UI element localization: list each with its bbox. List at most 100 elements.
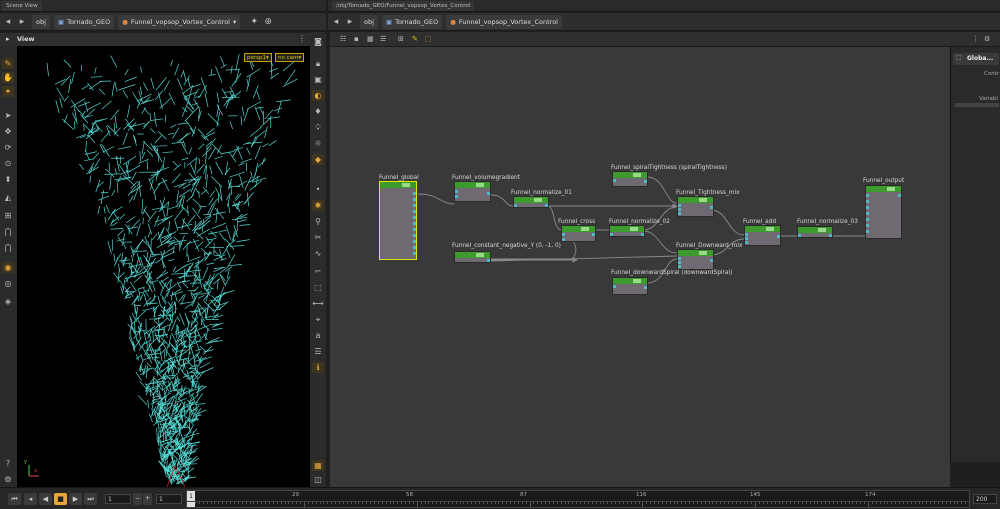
view-options-icon[interactable]: ⋮ xyxy=(298,34,306,43)
end-frame-field[interactable]: 200 xyxy=(973,494,997,504)
view-collapse-icon[interactable]: ▸ xyxy=(6,35,10,43)
menu-icon[interactable]: ◙ xyxy=(312,36,324,47)
path-node[interactable]: ● Funnel_vopsop_Vortex_Control ▾ xyxy=(118,14,241,29)
measure-icon[interactable]: ⟷ xyxy=(312,298,324,309)
play-button[interactable]: ▶ xyxy=(69,493,82,505)
forward-arrow-icon[interactable]: ▸ xyxy=(344,15,356,29)
node-funnel-add[interactable] xyxy=(744,225,781,246)
snap-icon[interactable]: ◭ xyxy=(2,192,14,203)
render-icon[interactable]: ◈ xyxy=(2,296,14,307)
pointer-icon[interactable]: ➤ xyxy=(2,110,14,121)
network-settings-icon[interactable]: ⚙ xyxy=(984,35,990,43)
play-reverse-button[interactable]: ◀ xyxy=(39,493,52,505)
magnet2-icon[interactable]: ⋂ xyxy=(2,242,14,253)
step-back-button[interactable]: ◂ xyxy=(24,493,37,505)
wave-icon[interactable]: ∿ xyxy=(312,248,324,259)
ruler-tick xyxy=(319,501,321,504)
ruler-tick xyxy=(821,501,823,504)
dot-icon[interactable]: • xyxy=(312,184,324,195)
tile-icon[interactable]: ▪ xyxy=(354,35,359,43)
node-funnel-normalize03[interactable] xyxy=(797,226,833,238)
settings-icon[interactable]: ⚙ xyxy=(2,474,14,485)
layout-icon[interactable]: ▦ xyxy=(312,460,324,471)
tab-scene-view[interactable]: Scene View xyxy=(2,1,42,11)
node-funnel-spiraltightness[interactable] xyxy=(612,171,648,187)
3d-viewport[interactable] xyxy=(17,46,310,487)
grid-icon[interactable]: ⊞ xyxy=(2,210,14,221)
path-geo[interactable]: ▣ Tornado_GEO xyxy=(53,14,115,29)
abc-icon[interactable]: a xyxy=(312,330,324,341)
tab-network[interactable]: /obj/Tornado_GEO/Funnel_vopsop_Vortex_Co… xyxy=(332,1,475,11)
network-editor[interactable]: Funnel_global Funnel_volumegradient Funn… xyxy=(330,47,950,487)
grid-view-icon[interactable]: ▦ xyxy=(367,35,374,43)
wand-icon[interactable]: ⚲ xyxy=(312,216,324,227)
layers-icon[interactable]: ☰ xyxy=(312,346,324,357)
snap-vp-icon[interactable]: ◆ xyxy=(312,154,324,165)
handle-icon[interactable]: ⬍ xyxy=(2,174,14,185)
light-icon[interactable]: ♦ xyxy=(312,106,324,117)
frame-increment-button[interactable]: + xyxy=(143,493,152,505)
lock-icon[interactable]: 🔒︎ xyxy=(312,58,324,69)
node-funnel-cross[interactable] xyxy=(561,225,596,242)
box-icon[interactable]: ⬚ xyxy=(312,282,324,293)
tree-icon[interactable]: ☰ xyxy=(380,35,386,43)
current-frame-field[interactable]: 1 xyxy=(105,494,131,504)
panel-slider[interactable] xyxy=(955,103,999,107)
help-icon[interactable]: ? xyxy=(2,458,14,469)
start-frame-field[interactable]: 1 xyxy=(156,494,182,504)
scale-icon[interactable]: ⊙ xyxy=(2,158,14,169)
node-funnel-global[interactable] xyxy=(379,181,417,260)
node-funnel-normalize01[interactable] xyxy=(513,196,549,208)
view-label: View xyxy=(17,35,35,43)
back-arrow-icon[interactable]: ◂ xyxy=(330,15,342,29)
transform-icon[interactable]: ✥ xyxy=(2,126,14,137)
sticky-note-icon[interactable]: ✎ xyxy=(412,35,418,43)
add-node-icon[interactable]: ⊞ xyxy=(398,35,404,43)
camera-dropdown[interactable]: persp1▾ xyxy=(244,53,272,62)
path-obj[interactable]: obj xyxy=(32,14,50,29)
node-funnel-constant[interactable] xyxy=(454,251,491,263)
forward-arrow-icon[interactable]: ▸ xyxy=(16,15,28,29)
path-obj[interactable]: obj xyxy=(360,14,378,29)
timeline-ruler[interactable]: 1 29 58 87 116 145 174 xyxy=(186,490,971,508)
list-icon[interactable]: ☷ xyxy=(340,35,346,43)
visibility-icon[interactable]: ◉ xyxy=(2,262,14,273)
ruler-tick xyxy=(638,501,640,504)
network-options-icon[interactable]: ⋮ xyxy=(972,35,979,43)
pin-icon[interactable]: ✦ xyxy=(248,15,260,29)
info-icon[interactable]: ℹ xyxy=(312,362,324,373)
frame-decrement-button[interactable]: − xyxy=(133,493,142,505)
chevron-down-icon[interactable]: ▾ xyxy=(233,15,236,29)
tweak-icon[interactable]: ⌖ xyxy=(312,314,324,325)
path-node[interactable]: ● Funnel_vopsop_Vortex_Control xyxy=(446,14,562,29)
magnet-icon[interactable]: ⋂ xyxy=(2,226,14,237)
back-arrow-icon[interactable]: ◂ xyxy=(2,15,14,29)
node-funnel-downward-mix[interactable] xyxy=(677,249,714,270)
jump-end-button[interactable]: ⏭ xyxy=(84,493,97,505)
node-funnel-normalize02[interactable] xyxy=(609,225,645,237)
node-funnel-output[interactable] xyxy=(865,185,902,239)
bulb-icon[interactable]: 💡︎ xyxy=(312,122,324,133)
pose-tool-icon[interactable]: ✋ xyxy=(2,72,14,83)
paint-icon[interactable]: ✂ xyxy=(312,232,324,243)
bulb2-icon[interactable]: ☼ xyxy=(312,138,324,149)
path-geo[interactable]: ▣ Tornado_GEO xyxy=(381,14,443,29)
node-funnel-tightness-mix[interactable] xyxy=(677,196,714,217)
link-icon[interactable]: ⊕ xyxy=(262,15,274,29)
palette-icon[interactable]: ⬚ xyxy=(425,35,432,43)
shading-icon[interactable]: ◐ xyxy=(312,90,324,101)
stop-button[interactable]: ■ xyxy=(54,493,67,505)
nocam-dropdown[interactable]: no cam▾ xyxy=(275,53,305,62)
node-funnel-downwardspiral[interactable] xyxy=(612,277,648,295)
snapshot-icon[interactable]: ◫ xyxy=(312,474,324,485)
jump-start-button[interactable]: ⏮ xyxy=(8,493,21,505)
panel-tab[interactable]: ⬚ Globa... xyxy=(953,53,999,65)
camera-icon[interactable]: ◎ xyxy=(2,278,14,289)
brush-tool-icon[interactable]: ✦ xyxy=(2,86,14,97)
rotate-icon[interactable]: ⟳ xyxy=(2,142,14,153)
frame-icon[interactable]: ⌐ xyxy=(312,266,324,277)
node-funnel-volumegradient[interactable] xyxy=(454,181,491,202)
select-tool-icon[interactable]: ✎ xyxy=(2,58,14,69)
display-icon[interactable]: ▣ xyxy=(312,74,324,85)
particles-icon[interactable]: ✱ xyxy=(312,200,324,211)
